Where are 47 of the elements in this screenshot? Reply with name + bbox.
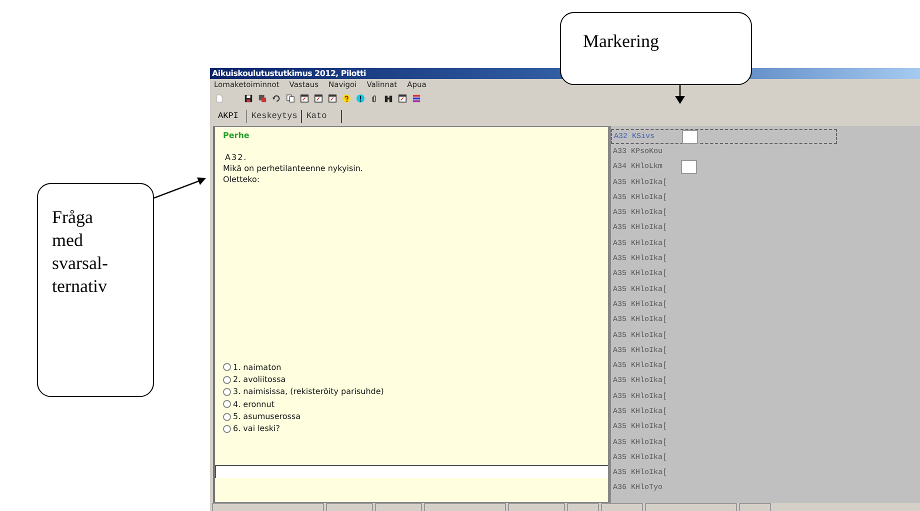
radio-button[interactable]: [223, 388, 231, 396]
tab[interactable]: AKPI: [214, 110, 248, 122]
save-icon[interactable]: [244, 94, 253, 103]
option-label[interactable]: 1. naimaton: [233, 362, 282, 372]
radio-button[interactable]: [223, 376, 231, 384]
question-prompt: Oletteko:: [223, 174, 261, 185]
tab[interactable]: Kato: [302, 110, 342, 122]
window-icon[interactable]: [328, 94, 337, 103]
callout-text: Fråga: [52, 206, 93, 229]
tab[interactable]: Keskeytys: [247, 110, 302, 122]
option-label[interactable]: 3. naimisissa, (rekisteröity parisuhde): [233, 387, 384, 396]
binoculars-icon[interactable]: [384, 94, 393, 103]
radio-button[interactable]: [223, 363, 231, 372]
alert-icon[interactable]: [356, 94, 365, 103]
undo-icon[interactable]: [272, 94, 281, 103]
section-title: Perhe: [223, 131, 250, 140]
question-number: A32.: [224, 152, 248, 163]
radio-button[interactable]: [223, 412, 231, 421]
status-panel: [739, 503, 771, 511]
option-label[interactable]: 5. asumuserossa: [233, 412, 301, 422]
radio-button[interactable]: [223, 424, 231, 433]
status-panel: [567, 503, 599, 511]
input-field[interactable]: [681, 160, 697, 174]
callout-text: med: [52, 229, 83, 252]
answer-field[interactable]: [215, 465, 608, 478]
window-icon[interactable]: [300, 94, 309, 103]
radio-button[interactable]: [223, 400, 231, 408]
window-icon[interactable]: [398, 94, 407, 103]
callout-text: ternativ: [52, 275, 107, 298]
input-field[interactable]: [682, 130, 698, 144]
help-icon[interactable]: [342, 94, 351, 103]
paperclip-icon[interactable]: [370, 94, 379, 103]
option-label[interactable]: 4. eronnut: [233, 400, 274, 409]
option-label[interactable]: 6. vai leski?: [233, 424, 280, 434]
status-panel: [326, 503, 373, 511]
status-panel: [375, 503, 422, 511]
window-title: Aikuiskoulutustutkimus 2012, Pilotti: [212, 69, 366, 78]
save-all-icon[interactable]: [258, 94, 267, 103]
question-text: Mikä on perhetilanteenne nykyisin.: [223, 163, 364, 174]
callout-text: svarsal-: [52, 252, 108, 275]
callout-text: Markering: [583, 31, 659, 52]
option-label[interactable]: 2. avoliitossa: [233, 375, 286, 384]
window-icon[interactable]: [314, 94, 323, 103]
color-bars-icon[interactable]: [412, 94, 421, 103]
status-panel: [601, 503, 643, 511]
status-panel: [508, 503, 565, 511]
copy-icon[interactable]: [286, 94, 295, 103]
